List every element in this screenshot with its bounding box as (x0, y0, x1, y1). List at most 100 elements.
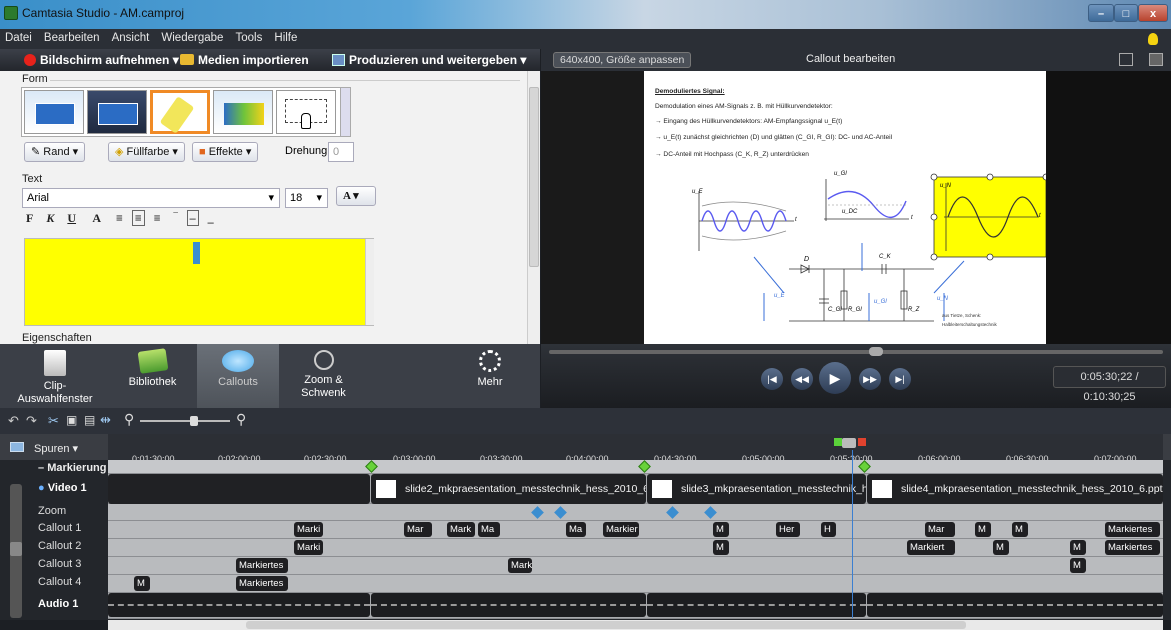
cut-icon[interactable]: ✂ (48, 413, 59, 429)
fill-color-button[interactable]: ◈ Füllfarbe ▾ (108, 142, 185, 162)
rotation-input[interactable]: 0 (328, 142, 354, 162)
zoom-keyframe[interactable] (666, 506, 679, 519)
skip-forward-button[interactable]: ▶| (889, 368, 911, 390)
text-editor-scrollbar[interactable] (365, 239, 374, 325)
callout2-track[interactable]: Marki M Markiert M M Markiertes (108, 539, 1163, 557)
valign-middle-icon[interactable]: – (186, 210, 199, 226)
video-clip[interactable]: slide4_mkpraesentation_messtechnik_hess_… (867, 474, 1163, 504)
callout-clip[interactable]: Mar (925, 522, 955, 537)
callout-clip[interactable]: Markiertes (236, 576, 288, 591)
callout-clip[interactable]: M (993, 540, 1009, 555)
zoom-keyframe[interactable] (531, 506, 544, 519)
timeline-playhead[interactable] (852, 450, 853, 618)
zoom-out-icon[interactable]: ⚲ (124, 411, 134, 428)
callout-clip[interactable]: Marki (294, 540, 324, 555)
marker[interactable] (638, 460, 651, 473)
underline-button[interactable]: U (67, 211, 76, 225)
marker[interactable] (365, 460, 378, 473)
callout-clip[interactable]: M (713, 522, 729, 537)
valign-bottom-icon[interactable]: _ (208, 211, 214, 225)
callout-clip[interactable]: M (713, 540, 729, 555)
panel-scrollbar[interactable] (527, 71, 540, 344)
border-button[interactable]: ✎ Rand ▾ (24, 142, 86, 162)
zoom-track[interactable] (108, 504, 1163, 521)
shape-rect-callout[interactable] (24, 90, 84, 134)
audio-clip[interactable] (867, 593, 1163, 617)
zoom-in-icon[interactable]: ⚲ (236, 411, 246, 428)
tab-more[interactable]: Mehr (440, 344, 540, 408)
callout-clip[interactable]: Mark (508, 558, 532, 573)
menu-ansicht[interactable]: Ansicht (107, 29, 154, 44)
italic-button[interactable]: K (46, 211, 54, 225)
font-color-button[interactable]: A ▾ (336, 186, 376, 206)
split-icon[interactable]: ⇹ (100, 412, 111, 428)
audio-clip[interactable] (371, 593, 646, 617)
marker-track[interactable] (108, 460, 1163, 474)
callout-clip[interactable]: Her (776, 522, 800, 537)
audio-track[interactable] (108, 593, 1163, 619)
callout-clip[interactable]: Markiert (907, 540, 955, 555)
paste-icon[interactable]: ▤ (84, 413, 95, 427)
selection-end-marker[interactable] (858, 438, 866, 446)
tab-library[interactable]: Bibliothek (110, 344, 195, 408)
maximize-button[interactable]: □ (1114, 4, 1138, 22)
callout4-track[interactable]: M Markiertes (108, 575, 1163, 593)
callout-clip[interactable]: Markiertes (1105, 540, 1160, 555)
align-center-icon[interactable]: ≡ (131, 210, 145, 226)
callout-clip[interactable]: Ma (478, 522, 500, 537)
seek-thumb[interactable] (869, 347, 883, 356)
tracks-menu[interactable]: Spuren ▾ (34, 442, 78, 455)
zoom-keyframe[interactable] (554, 506, 567, 519)
menu-tools[interactable]: Tools (230, 29, 266, 44)
font-select[interactable]: Arial ▾ (22, 188, 280, 208)
minimize-button[interactable]: – (1088, 4, 1114, 22)
callout-clip[interactable]: M (975, 522, 991, 537)
valign-top-icon[interactable]: ‾ (174, 211, 178, 225)
tab-zoom-pan[interactable]: Zoom & Schwenk (281, 344, 366, 408)
shape-click-target[interactable] (276, 90, 336, 134)
shape-highlight[interactable] (150, 90, 210, 134)
copy-icon[interactable]: ▣ (66, 413, 77, 427)
align-right-icon[interactable]: ≡ (154, 211, 161, 225)
effects-button[interactable]: ■ Effekte ▾ (192, 142, 259, 162)
callout-clip[interactable]: Mar (404, 522, 432, 537)
menu-hilfe[interactable]: Hilfe (269, 29, 301, 44)
redo-icon[interactable]: ↷ (26, 413, 37, 429)
ruler-scale[interactable] (108, 434, 1163, 460)
audio-clip[interactable] (647, 593, 866, 617)
gallery-scroll[interactable] (340, 88, 350, 136)
lightbulb-icon[interactable] (1148, 33, 1158, 45)
lock-icon[interactable] (10, 542, 22, 556)
font-size-select[interactable]: 18 ▾ (285, 188, 328, 208)
selection-start-marker[interactable] (834, 438, 842, 446)
seek-bar[interactable] (549, 350, 1163, 354)
import-media-button[interactable]: Medien importieren (180, 53, 309, 67)
callout-clip[interactable]: Markier (603, 522, 639, 537)
callout-clip[interactable]: M (134, 576, 150, 591)
timeline-ruler[interactable]: Spuren ▾ 0:01:30;00 0:02:00;00 0:02:30;0… (0, 434, 1171, 464)
bold-button[interactable]: F (26, 211, 33, 225)
close-button[interactable]: x (1138, 4, 1168, 22)
zoom-slider-thumb[interactable] (190, 416, 198, 426)
playhead-handle[interactable] (842, 438, 856, 448)
marker[interactable] (858, 460, 871, 473)
callout-clip[interactable]: M (1070, 558, 1086, 573)
detach-icon[interactable] (1149, 53, 1163, 66)
video-track[interactable]: slide2_mkpraesentation_messtechnik_hess_… (108, 474, 1163, 504)
video-clip[interactable]: slide3_mkpraesentation_messtechnik_hess_… (647, 474, 866, 504)
video-clip[interactable] (108, 474, 370, 504)
menu-datei[interactable]: Datei (0, 29, 36, 44)
tab-clip-bin[interactable]: Clip- Auswahlfenster (0, 344, 110, 408)
zoom-slider[interactable] (140, 420, 230, 422)
skip-back-button[interactable]: |◀ (761, 368, 783, 390)
preview-canvas[interactable]: Demoduliertes Signal: Demodulation eines… (541, 71, 1171, 344)
zoom-keyframe[interactable] (704, 506, 717, 519)
callout-clip[interactable]: Markiertes (236, 558, 288, 573)
callout-clip[interactable]: H (821, 522, 836, 537)
callout-clip[interactable]: M (1012, 522, 1028, 537)
scroll-thumb[interactable] (246, 621, 966, 629)
fast-forward-button[interactable]: ▶▶ (859, 368, 881, 390)
callout-clip[interactable]: M (1070, 540, 1086, 555)
rewind-button[interactable]: ◀◀ (791, 368, 813, 390)
video-clip[interactable]: slide2_mkpraesentation_messtechnik_hess_… (371, 474, 646, 504)
